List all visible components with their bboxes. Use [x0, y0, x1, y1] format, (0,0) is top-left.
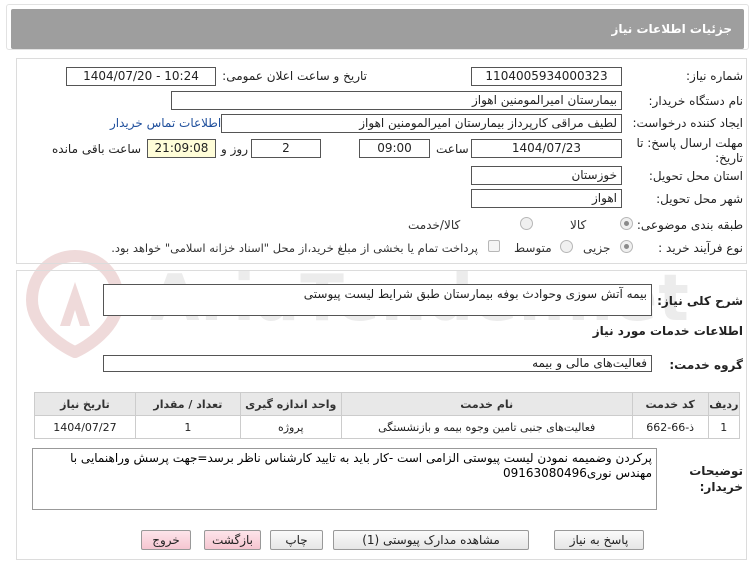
cell-name: فعالیت‌های جنبی تامین وجوه بیمه و بازنشس…	[340, 415, 633, 439]
attachments-button[interactable]: مشاهده مدارک پیوستی (1)	[333, 530, 529, 550]
buyer-notes-textarea[interactable]: پرکردن وضمیمه نمودن لیست پیوستی الزامی ا…	[32, 448, 657, 510]
category-label: طبقه بندی موضوعی:	[636, 218, 743, 232]
buyer-contact-link[interactable]: اطلاعات تماس خریدار	[110, 116, 221, 130]
deadline-time-label: ساعت	[436, 142, 469, 156]
services-table: ردیف کد خدمت نام خدمت واحد اندازه گیری ت…	[34, 392, 741, 439]
category-goods-service-label: کالا/خدمت	[408, 218, 461, 232]
cell-code: ذ-66-662	[631, 415, 709, 439]
city-label: شهر محل تحویل:	[656, 192, 743, 206]
deadline-date-field: 1404/07/23	[471, 139, 622, 158]
col-header-code: کد خدمت	[631, 392, 709, 416]
buyer-org-label: نام دستگاه خریدار:	[648, 94, 744, 108]
service-group-label: گروه خدمت:	[669, 358, 743, 372]
col-header-row: ردیف	[707, 392, 741, 416]
page-title: جزئیات اطلاعات نیاز	[611, 22, 732, 36]
creator-label: ایجاد کننده درخواست:	[632, 116, 743, 130]
buyer-notes-label: توضیحات	[689, 464, 743, 478]
summary-label: شرح کلی نیاز:	[657, 294, 743, 308]
remaining-label: ساعت باقی مانده	[52, 142, 142, 156]
col-header-name: نام خدمت	[340, 392, 633, 416]
exit-button[interactable]: خروج	[141, 530, 191, 550]
back-button[interactable]: بازگشت	[204, 530, 261, 550]
deadline-label-date: تاریخ:	[715, 151, 743, 165]
process-partial-label: جزیی	[583, 241, 611, 255]
title-bar-inner: جزئیات اطلاعات نیاز	[11, 9, 744, 49]
reply-button[interactable]: پاسخ به نیاز	[554, 530, 644, 550]
days-remaining-field: 2	[251, 139, 321, 158]
details-panel	[16, 58, 747, 264]
creator-field: لطیف مراقی کارپرداز بیمارستان امیرالمومن…	[221, 114, 622, 133]
col-header-quantity: تعداد / مقدار	[134, 392, 241, 416]
category-goods-radio[interactable]	[620, 217, 633, 230]
col-header-unit: واحد اندازه گیری	[239, 392, 342, 416]
table-row: 1 ذ-66-662 فعالیت‌های جنبی تامین وجوه بی…	[34, 415, 741, 439]
process-partial-radio[interactable]	[620, 240, 633, 253]
announce-label: تاریخ و ساعت اعلان عمومی:	[222, 69, 367, 83]
deadline-time-field: 09:00	[359, 139, 430, 158]
need-number-field: 1104005934000323	[471, 67, 622, 86]
cell-row: 1	[707, 415, 741, 439]
province-field: خوزستان	[471, 166, 622, 185]
city-field: اهواز	[471, 189, 622, 208]
cell-quantity: 1	[134, 415, 241, 439]
treasury-payment-checkbox[interactable]	[488, 240, 500, 252]
summary-field: بیمه آتش سوزی وحوادث بوفه بیمارستان طبق …	[103, 284, 652, 316]
cell-unit: پروژه	[239, 415, 342, 439]
buyer-org-field: بیمارستان امیرالمومنین اهواز	[171, 91, 622, 110]
category-goods-label: کالا	[570, 218, 587, 232]
process-label: نوع فرآیند خرید :	[658, 241, 743, 255]
cell-date: 1404/07/27	[34, 415, 136, 439]
remaining-time-field: 21:09:08	[147, 139, 216, 158]
title-bar: جزئیات اطلاعات نیاز	[6, 4, 749, 50]
category-goods-service-radio[interactable]	[520, 217, 533, 230]
services-heading: اطلاعات خدمات مورد نیاز	[592, 324, 743, 338]
print-button[interactable]: چاپ	[270, 530, 323, 550]
treasury-payment-note: پرداخت تمام یا بخشی از مبلغ خرید،از محل …	[111, 241, 478, 255]
buyer-notes-label-2: خریدار:	[699, 480, 743, 494]
province-label: استان محل تحویل:	[648, 169, 743, 183]
days-label: روز و	[221, 142, 248, 156]
col-header-date: تاریخ نیاز	[34, 392, 136, 416]
service-group-field: فعالیت‌های مالی و بیمه	[103, 355, 652, 372]
need-number-label: شماره نیاز:	[686, 69, 743, 83]
deadline-label: مهلت ارسال پاسخ: تا	[636, 136, 743, 150]
process-medium-radio[interactable]	[560, 240, 573, 253]
process-medium-label: متوسط	[514, 241, 552, 255]
announce-field: 1404/07/20 - 10:24	[66, 67, 216, 86]
